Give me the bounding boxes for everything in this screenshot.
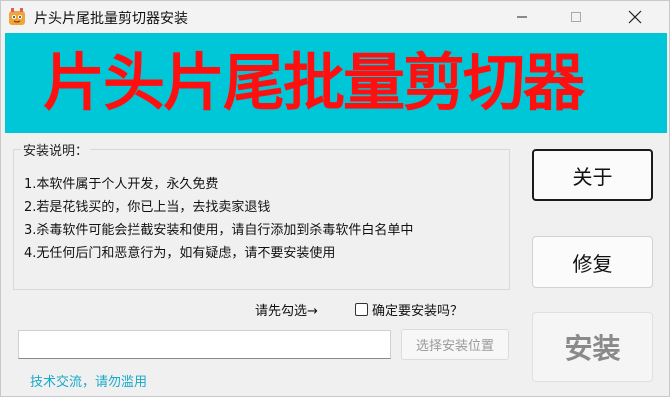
install-path-input[interactable]: [18, 330, 391, 359]
confirm-checkbox[interactable]: [355, 303, 368, 316]
installer-window: 片头片尾批量剪切器安装 片头片尾批量剪切器 安装说明： 1.本软件属于个人开发，…: [0, 0, 670, 397]
window-title: 片头片尾批量剪切器安装: [34, 11, 188, 27]
minimize-button[interactable]: [499, 1, 545, 33]
app-icon: [8, 8, 26, 26]
close-icon: [628, 10, 642, 24]
confirm-checkbox-label: 确定要安装吗？: [372, 304, 464, 319]
instruction-line: 4.无任何后门和恶意行为，如有疑虑，请不要安装使用: [24, 246, 336, 261]
tech-exchange-link[interactable]: 技术交流，请勿滥用: [30, 371, 147, 390]
minimize-icon: [517, 16, 527, 18]
instruction-line: 2.若是花钱买的，你已上当，去找卖家退钱: [24, 200, 271, 215]
confirm-checkbox-row[interactable]: 确定要安装吗？: [355, 300, 463, 319]
about-button[interactable]: 关于: [532, 149, 653, 201]
banner-title: 片头片尾批量剪切器: [43, 46, 585, 119]
confirm-hint: 请先勾选→: [255, 304, 318, 319]
instructions-title: 安装说明：: [21, 140, 91, 159]
instruction-line: 3.杀毒软件可能会拦截安装和使用，请自行添加到杀毒软件白名单中: [24, 223, 414, 238]
banner: 片头片尾批量剪切器: [5, 33, 667, 133]
install-button[interactable]: 安装: [532, 312, 653, 382]
instructions-list: 1.本软件属于个人开发，永久免费 2.若是花钱买的，你已上当，去找卖家退钱 3.…: [24, 173, 413, 265]
maximize-icon: [571, 12, 581, 22]
repair-button[interactable]: 修复: [532, 236, 653, 288]
title-bar[interactable]: 片头片尾批量剪切器安装: [1, 1, 669, 33]
instruction-line: 1.本软件属于个人开发，永久免费: [24, 177, 219, 192]
close-button[interactable]: [612, 1, 658, 33]
select-location-button[interactable]: 选择安装位置: [401, 329, 509, 360]
maximize-button[interactable]: [553, 1, 599, 33]
